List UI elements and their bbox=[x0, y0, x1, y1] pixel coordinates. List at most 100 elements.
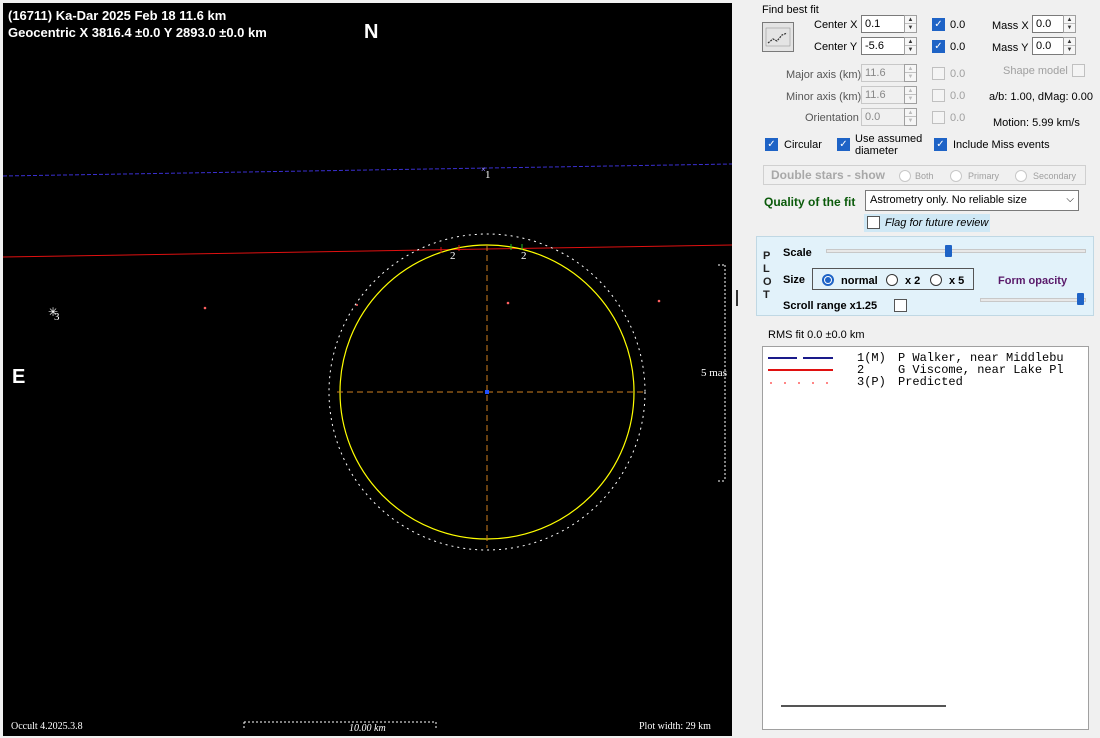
minor-axis-label: Minor axis (km) bbox=[786, 91, 862, 103]
double-stars-label: Double stars - show bbox=[771, 168, 886, 182]
major-axis-stepper[interactable]: ▲ ▼ bbox=[904, 64, 917, 82]
mass-y-input[interactable]: 0.0 bbox=[1032, 37, 1064, 55]
form-opacity-slider-thumb[interactable] bbox=[1077, 293, 1085, 305]
quality-label: Quality of the fit bbox=[764, 195, 856, 209]
mass-x-input[interactable]: 0.0 bbox=[1032, 15, 1064, 33]
size-x5-radio[interactable] bbox=[930, 274, 942, 286]
minor-axis-stepper[interactable]: ▲ ▼ bbox=[904, 86, 917, 104]
size-normal-label: normal bbox=[841, 275, 878, 287]
double-stars-primary-radio[interactable] bbox=[950, 170, 962, 182]
scale-slider-thumb[interactable] bbox=[944, 245, 952, 257]
plot-canvas: × ✳ bbox=[3, 163, 732, 729]
shape-model-label: Shape model bbox=[1003, 65, 1068, 77]
fit-panel: Find best fit Center X 0.1 ▲ ▼ ✓ 0.0 Mass… bbox=[740, 0, 1100, 738]
chord-label-2b: 2 bbox=[521, 250, 527, 262]
flag-future-review-checkbox[interactable] bbox=[867, 216, 880, 229]
center-x-uncert: 0.0 bbox=[950, 19, 966, 31]
minor-axis-checkbox[interactable] bbox=[932, 89, 945, 102]
predicted-point bbox=[657, 299, 661, 303]
occultation-plot[interactable]: × ✳ (16711) Ka-Dar 2025 Feb 18 11.6 km G… bbox=[3, 3, 732, 736]
chord-1-line bbox=[3, 163, 732, 177]
predicted-point bbox=[506, 301, 510, 305]
double-stars-primary-label: Primary bbox=[968, 171, 999, 181]
center-x-checkbox[interactable]: ✓ bbox=[932, 18, 945, 31]
ab-dmag-label: a/b: 1.00, dMag: 0.00 bbox=[989, 91, 1093, 103]
motion-label: Motion: 5.99 km/s bbox=[993, 117, 1080, 129]
orientation-input[interactable]: 0.0 bbox=[861, 108, 905, 126]
flag-future-review-label: Flag for future review bbox=[885, 217, 989, 229]
major-axis-checkbox[interactable] bbox=[932, 67, 945, 80]
horizontal-scale-label: 10.00 km bbox=[349, 723, 386, 734]
scale-slider[interactable] bbox=[826, 249, 1086, 253]
minor-axis-uncert: 0.0 bbox=[950, 90, 966, 102]
chord-label-2a: 2 bbox=[450, 250, 456, 262]
minor-axis-input[interactable]: 11.6 bbox=[861, 86, 905, 104]
plot-panel-title: PLOT bbox=[763, 250, 772, 301]
ellipse-center bbox=[485, 390, 489, 394]
major-axis-label: Major axis (km) bbox=[786, 69, 862, 81]
major-axis-input[interactable]: 11.6 bbox=[861, 64, 905, 82]
center-y-checkbox[interactable]: ✓ bbox=[932, 40, 945, 53]
plot-width-label: Plot width: 29 km bbox=[639, 721, 711, 732]
vertical-scale-label: 5 mas bbox=[701, 367, 727, 379]
legend-number-3: 3(P) bbox=[857, 375, 886, 389]
quality-select-value: Astrometry only. No reliable size bbox=[870, 194, 1027, 206]
circular-label: Circular bbox=[784, 139, 822, 151]
double-stars-secondary-label: Secondary bbox=[1033, 171, 1077, 181]
scale-label: Scale bbox=[783, 247, 812, 259]
size-normal-radio[interactable] bbox=[822, 274, 834, 286]
horizontal-scale-bar bbox=[243, 721, 437, 729]
double-stars-secondary-radio[interactable] bbox=[1015, 170, 1027, 182]
center-y-label: Center Y bbox=[814, 41, 858, 53]
mass-x-label: Mass X bbox=[992, 20, 1029, 32]
mass-x-stepper[interactable]: ▲ ▼ bbox=[1063, 15, 1076, 33]
form-opacity-slider[interactable] bbox=[980, 298, 1086, 302]
circular-checkbox[interactable]: ✓ bbox=[765, 138, 778, 151]
center-y-input[interactable]: -5.6 bbox=[861, 37, 905, 55]
quality-select[interactable]: Astrometry only. No reliable size ⌵ bbox=[865, 190, 1079, 211]
orientation-uncert: 0.0 bbox=[950, 112, 966, 124]
east-label: E bbox=[12, 366, 26, 388]
major-axis-uncert: 0.0 bbox=[950, 68, 966, 80]
scroll-range-label: Scroll range x1.25 bbox=[783, 300, 878, 312]
orientation-label: Orientation bbox=[805, 112, 859, 124]
use-assumed-diameter-checkbox[interactable]: ✓ bbox=[837, 138, 850, 151]
include-miss-events-label: Include Miss events bbox=[953, 139, 1050, 151]
version-label: Occult 4.2025.3.8 bbox=[11, 721, 83, 732]
plot-header-geocentric: Geocentric X 3816.4 ±0.0 Y 2893.0 ±0.0 k… bbox=[8, 25, 267, 40]
predicted-point bbox=[203, 306, 207, 310]
splitter-grip[interactable] bbox=[736, 290, 738, 306]
size-x2-radio[interactable] bbox=[886, 274, 898, 286]
form-opacity-label: Form opacity bbox=[998, 275, 1068, 287]
scroll-range-checkbox[interactable] bbox=[894, 299, 907, 312]
double-stars-both-radio[interactable] bbox=[899, 170, 911, 182]
size-label: Size bbox=[783, 274, 806, 286]
observers-legend: 1(M) P Walker, near Middlebu 2 G Viscome… bbox=[762, 346, 1089, 730]
center-y-uncert: 0.0 bbox=[950, 41, 966, 53]
chord-label-3: 3 bbox=[54, 311, 60, 323]
use-assumed-diameter-label: Use assumed diameter bbox=[855, 133, 923, 157]
size-x2-label: x 2 bbox=[905, 275, 921, 287]
center-x-label: Center X bbox=[814, 19, 858, 31]
rms-fit-label: RMS fit 0.0 ±0.0 km bbox=[768, 329, 865, 341]
mass-y-label: Mass Y bbox=[992, 42, 1029, 54]
plot-header-title: (16711) Ka-Dar 2025 Feb 18 11.6 km bbox=[8, 8, 227, 23]
center-x-input[interactable]: 0.1 bbox=[861, 15, 905, 33]
predicted-points bbox=[203, 299, 661, 310]
legend-line-3 bbox=[770, 382, 828, 384]
chord-label-1: 1 bbox=[485, 169, 491, 181]
center-x-stepper[interactable]: ▲ ▼ bbox=[904, 15, 917, 33]
center-y-stepper[interactable]: ▲ ▼ bbox=[904, 37, 917, 55]
legend-text-3: Predicted bbox=[898, 375, 963, 389]
chord-2-line bbox=[3, 244, 732, 258]
orientation-checkbox[interactable] bbox=[932, 111, 945, 124]
find-best-fit-button[interactable] bbox=[762, 22, 794, 52]
mass-y-stepper[interactable]: ▲ ▼ bbox=[1063, 37, 1076, 55]
double-stars-both-label: Both bbox=[915, 171, 934, 181]
size-x5-label: x 5 bbox=[949, 275, 965, 287]
legend-scrollbar[interactable] bbox=[781, 705, 946, 707]
north-label: N bbox=[364, 21, 379, 43]
orientation-stepper[interactable]: ▲ ▼ bbox=[904, 108, 917, 126]
shape-model-checkbox[interactable] bbox=[1072, 64, 1085, 77]
include-miss-events-checkbox[interactable]: ✓ bbox=[934, 138, 947, 151]
